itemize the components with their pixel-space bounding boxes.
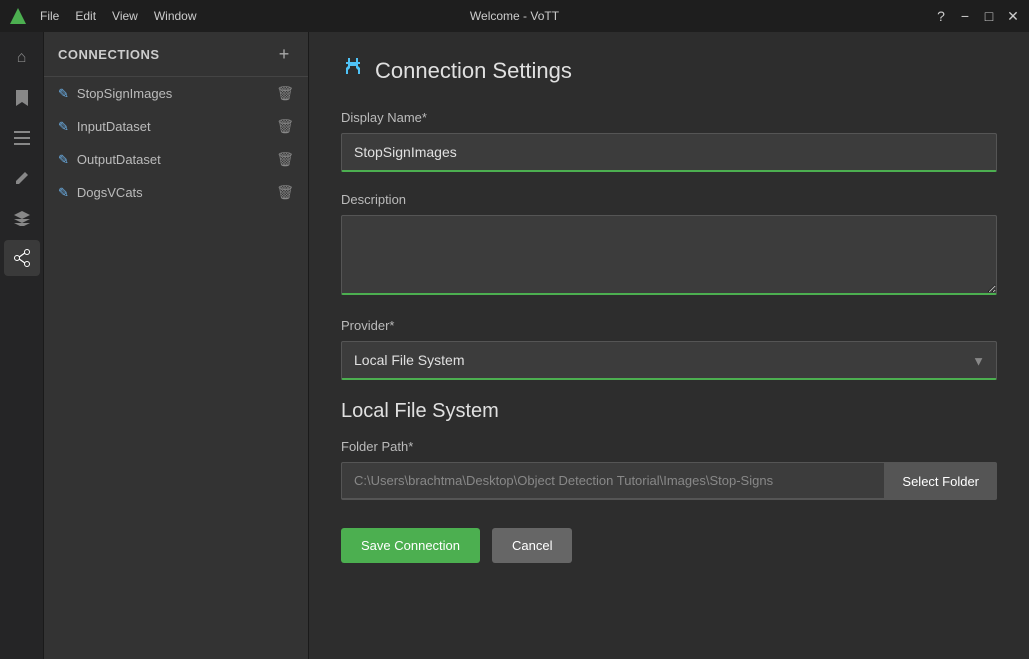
- select-folder-button[interactable]: Select Folder: [884, 462, 997, 500]
- menu-view[interactable]: View: [112, 9, 138, 23]
- nav-home[interactable]: ⌂: [4, 40, 40, 76]
- edit-icon-1: ✎: [58, 119, 69, 135]
- cancel-button[interactable]: Cancel: [492, 528, 572, 563]
- nav-connections[interactable]: [4, 240, 40, 276]
- action-buttons: Save Connection Cancel: [341, 528, 997, 563]
- local-file-section-title: Local File System: [341, 400, 997, 423]
- sidebar-header: CONNECTIONS +: [44, 32, 308, 77]
- nav-learn[interactable]: [4, 200, 40, 236]
- folder-path-row: Select Folder: [341, 462, 997, 500]
- provider-select[interactable]: Local File System Azure Blob Storage Bin…: [341, 341, 997, 380]
- icon-bar: ⌂: [0, 32, 44, 659]
- main-content: Connection Settings Display Name* Descri…: [309, 32, 1029, 659]
- plug-icon: [341, 56, 365, 86]
- sidebar: CONNECTIONS + ✎ StopSignImages 🗑 ✎ Input…: [44, 32, 309, 659]
- title-bar: File Edit View Window Welcome - VoTT ? −…: [0, 0, 1029, 32]
- window-title: Welcome - VoTT: [470, 9, 559, 23]
- close-button[interactable]: ✕: [1005, 8, 1021, 24]
- description-textarea[interactable]: [341, 215, 997, 295]
- nav-list[interactable]: [4, 120, 40, 156]
- edit-icon-3: ✎: [58, 185, 69, 201]
- maximize-button[interactable]: □: [981, 8, 997, 24]
- folder-path-input[interactable]: [341, 462, 884, 500]
- provider-label: Provider*: [341, 318, 997, 333]
- save-connection-button[interactable]: Save Connection: [341, 528, 480, 563]
- sidebar-title: CONNECTIONS: [58, 47, 160, 62]
- edit-icon-0: ✎: [58, 86, 69, 102]
- page-title: Connection Settings: [375, 58, 572, 84]
- delete-icon-0[interactable]: 🗑: [276, 85, 294, 102]
- description-group: Description: [341, 192, 997, 298]
- minimize-button[interactable]: −: [957, 8, 973, 24]
- window-controls: ? − □ ✕: [933, 8, 1021, 24]
- display-name-group: Display Name*: [341, 110, 997, 172]
- menu-edit[interactable]: Edit: [75, 9, 96, 23]
- help-button[interactable]: ?: [933, 8, 949, 24]
- nav-edit[interactable]: [4, 160, 40, 196]
- main-layout: ⌂ CONNECTIONS + ✎ StopSignImages 🗑: [0, 32, 1029, 659]
- menu-file[interactable]: File: [40, 9, 59, 23]
- sidebar-item-stopsignimages[interactable]: ✎ StopSignImages 🗑: [44, 77, 308, 110]
- sidebar-item-label-2: OutputDataset: [77, 152, 161, 167]
- app-logo-icon: [8, 6, 28, 26]
- display-name-label: Display Name*: [341, 110, 997, 125]
- provider-select-wrapper: Local File System Azure Blob Storage Bin…: [341, 341, 997, 380]
- menu-window[interactable]: Window: [154, 9, 197, 23]
- folder-path-group: Folder Path* Select Folder: [341, 439, 997, 500]
- delete-icon-2[interactable]: 🗑: [276, 151, 294, 168]
- provider-group: Provider* Local File System Azure Blob S…: [341, 318, 997, 380]
- folder-path-label: Folder Path*: [341, 439, 997, 454]
- add-connection-button[interactable]: +: [274, 44, 294, 64]
- display-name-input[interactable]: [341, 133, 997, 172]
- nav-bookmark[interactable]: [4, 80, 40, 116]
- delete-icon-3[interactable]: 🗑: [276, 184, 294, 201]
- sidebar-item-inputdataset[interactable]: ✎ InputDataset 🗑: [44, 110, 308, 143]
- delete-icon-1[interactable]: 🗑: [276, 118, 294, 135]
- title-bar-menu: File Edit View Window: [40, 9, 197, 23]
- sidebar-item-label-3: DogsVCats: [77, 185, 143, 200]
- sidebar-item-dogsvcats[interactable]: ✎ DogsVCats 🗑: [44, 176, 308, 209]
- content-header: Connection Settings: [341, 56, 997, 86]
- description-label: Description: [341, 192, 997, 207]
- sidebar-item-outputdataset[interactable]: ✎ OutputDataset 🗑: [44, 143, 308, 176]
- title-bar-left: File Edit View Window: [8, 6, 197, 26]
- sidebar-item-label-1: InputDataset: [77, 119, 151, 134]
- edit-icon-2: ✎: [58, 152, 69, 168]
- sidebar-item-label-0: StopSignImages: [77, 86, 172, 101]
